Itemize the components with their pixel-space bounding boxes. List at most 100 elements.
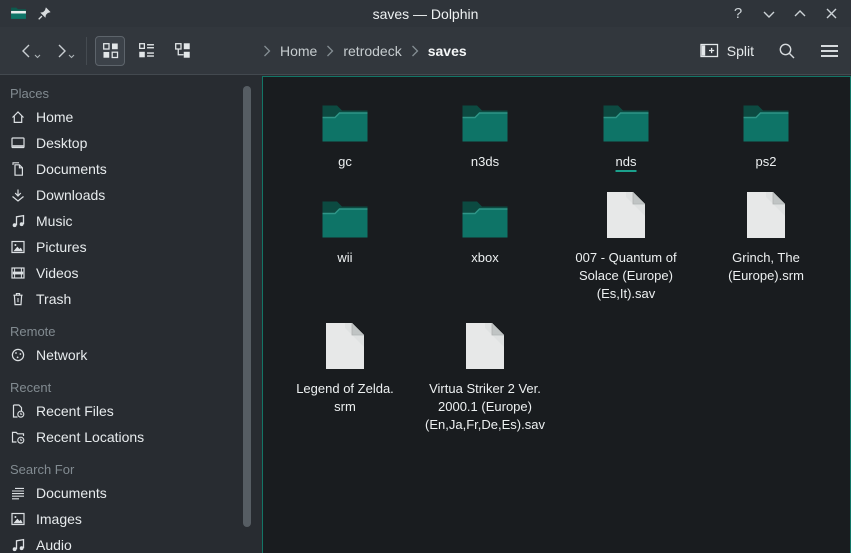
item-label: xbox	[471, 249, 498, 267]
window-title: saves — Dolphin	[0, 6, 851, 22]
item-label: Grinch, The (Europe).srm	[728, 249, 804, 285]
window-folder-icon	[10, 5, 27, 22]
sidebar-item-pictures[interactable]: Pictures	[0, 234, 258, 260]
item-label: nds	[616, 153, 637, 171]
minimize-button[interactable]	[759, 4, 779, 24]
file-007-quantum-of-solace[interactable]: 007 - Quantum of Solace (Europe) (Es,It)…	[556, 191, 696, 303]
back-dropdown-icon[interactable]	[34, 46, 41, 64]
item-label: Virtua Striker 2 Ver. 2000.1 (Europe) (E…	[425, 380, 545, 434]
sidebar-item-documents[interactable]: Documents	[0, 156, 258, 182]
sidebar-item-label: Trash	[36, 291, 71, 307]
maximize-button[interactable]	[790, 4, 810, 24]
folder-icon	[461, 95, 509, 143]
toolbar-separator	[86, 37, 87, 65]
hamburger-menu-icon[interactable]	[820, 44, 839, 58]
desktop-icon	[10, 135, 26, 151]
back-button[interactable]	[12, 36, 42, 66]
sidebar-item-network[interactable]: Network	[0, 342, 258, 368]
section-title-places: Places	[0, 82, 258, 104]
item-label: ps2	[756, 153, 777, 171]
places-panel: Places Home Desktop Documents	[0, 76, 258, 553]
folder-gc[interactable]: gc	[275, 95, 415, 171]
breadcrumb-retrodeck[interactable]: retrodeck	[343, 43, 401, 59]
icons-view-button[interactable]	[95, 36, 125, 66]
search-icon[interactable]	[778, 42, 796, 60]
film-icon	[10, 265, 26, 281]
document-icon	[10, 161, 26, 177]
folder-icon	[461, 191, 509, 239]
sidebar-item-search-images[interactable]: Images	[0, 506, 258, 532]
folder-ps2[interactable]: ps2	[696, 95, 836, 171]
split-view-icon	[700, 42, 719, 59]
network-globe-icon	[10, 347, 26, 363]
sidebar-item-desktop[interactable]: Desktop	[0, 130, 258, 156]
sidebar-item-search-audio[interactable]: Audio	[0, 532, 258, 553]
music-note-icon	[10, 537, 26, 553]
sidebar-item-label: Desktop	[36, 135, 87, 151]
sidebar-item-home[interactable]: Home	[0, 104, 258, 130]
section-title-recent: Recent	[0, 376, 258, 398]
file-virtua-striker-2[interactable]: Virtua Striker 2 Ver. 2000.1 (Europe) (E…	[415, 322, 555, 434]
folder-view[interactable]: gc n3ds nds ps2 wii	[262, 76, 851, 553]
sidebar-item-recent-locations[interactable]: Recent Locations	[0, 424, 258, 450]
section-title-remote: Remote	[0, 320, 258, 342]
folder-xbox[interactable]: xbox	[415, 191, 555, 267]
file-grinch-the-europe[interactable]: Grinch, The (Europe).srm	[696, 191, 836, 285]
split-button[interactable]: Split	[700, 42, 754, 59]
section-title-search-for: Search For	[0, 458, 258, 480]
sidebar-item-downloads[interactable]: Downloads	[0, 182, 258, 208]
close-button[interactable]	[821, 4, 841, 24]
item-label: wii	[337, 249, 352, 267]
breadcrumb-home[interactable]: Home	[280, 43, 317, 59]
folder-icon	[602, 95, 650, 143]
split-button-label: Split	[727, 43, 754, 59]
breadcrumb-chevron-icon	[411, 45, 419, 57]
sidebar-item-search-documents[interactable]: Documents	[0, 480, 258, 506]
trash-icon	[10, 291, 26, 307]
breadcrumb-chevron-icon	[263, 45, 271, 57]
sidebar-item-label: Home	[36, 109, 73, 125]
sidebar-item-label: Images	[36, 511, 82, 527]
folder-icon	[321, 191, 369, 239]
image-icon	[10, 239, 26, 255]
download-icon	[10, 187, 26, 203]
sidebar-item-label: Music	[36, 213, 73, 229]
sidebar-item-videos[interactable]: Videos	[0, 260, 258, 286]
forward-button[interactable]	[46, 36, 76, 66]
help-button[interactable]: ?	[728, 4, 748, 24]
titlebar: saves — Dolphin ?	[0, 0, 851, 27]
sidebar-item-label: Network	[36, 347, 87, 363]
sidebar-item-trash[interactable]: Trash	[0, 286, 258, 312]
sidebar-item-recent-files[interactable]: Recent Files	[0, 398, 258, 424]
file-legend-of-zelda[interactable]: Legend of Zelda. srm	[275, 322, 415, 416]
file-icon	[746, 191, 786, 239]
sidebar-item-label: Downloads	[36, 187, 105, 203]
item-label: n3ds	[471, 153, 499, 171]
dolphin-window: saves — Dolphin ?	[0, 0, 851, 553]
item-label: 007 - Quantum of Solace (Europe) (Es,It)…	[575, 249, 676, 303]
music-note-icon	[10, 213, 26, 229]
sidebar-scrollbar[interactable]	[243, 86, 251, 527]
folder-icon	[321, 95, 369, 143]
file-icon	[606, 191, 646, 239]
sidebar-item-label: Pictures	[36, 239, 87, 255]
sidebar-item-label: Recent Files	[36, 403, 114, 419]
pin-icon[interactable]	[37, 6, 52, 21]
details-view-button[interactable]	[167, 36, 197, 66]
breadcrumb-saves[interactable]: saves	[428, 43, 467, 59]
breadcrumb: Home retrodeck saves	[263, 27, 467, 74]
item-label: Legend of Zelda. srm	[296, 380, 394, 416]
folder-wii[interactable]: wii	[275, 191, 415, 267]
sidebar-item-music[interactable]: Music	[0, 208, 258, 234]
folder-n3ds[interactable]: n3ds	[415, 95, 555, 171]
document-clock-icon	[10, 403, 26, 419]
compact-view-button[interactable]	[131, 36, 161, 66]
folder-nds[interactable]: nds	[556, 95, 696, 171]
sidebar-item-label: Audio	[36, 537, 72, 553]
file-icon	[325, 322, 365, 370]
sidebar-item-label: Documents	[36, 161, 107, 177]
home-icon	[10, 109, 26, 125]
sidebar-item-label: Videos	[36, 265, 79, 281]
breadcrumb-chevron-icon	[326, 45, 334, 57]
forward-dropdown-icon[interactable]	[68, 46, 75, 64]
